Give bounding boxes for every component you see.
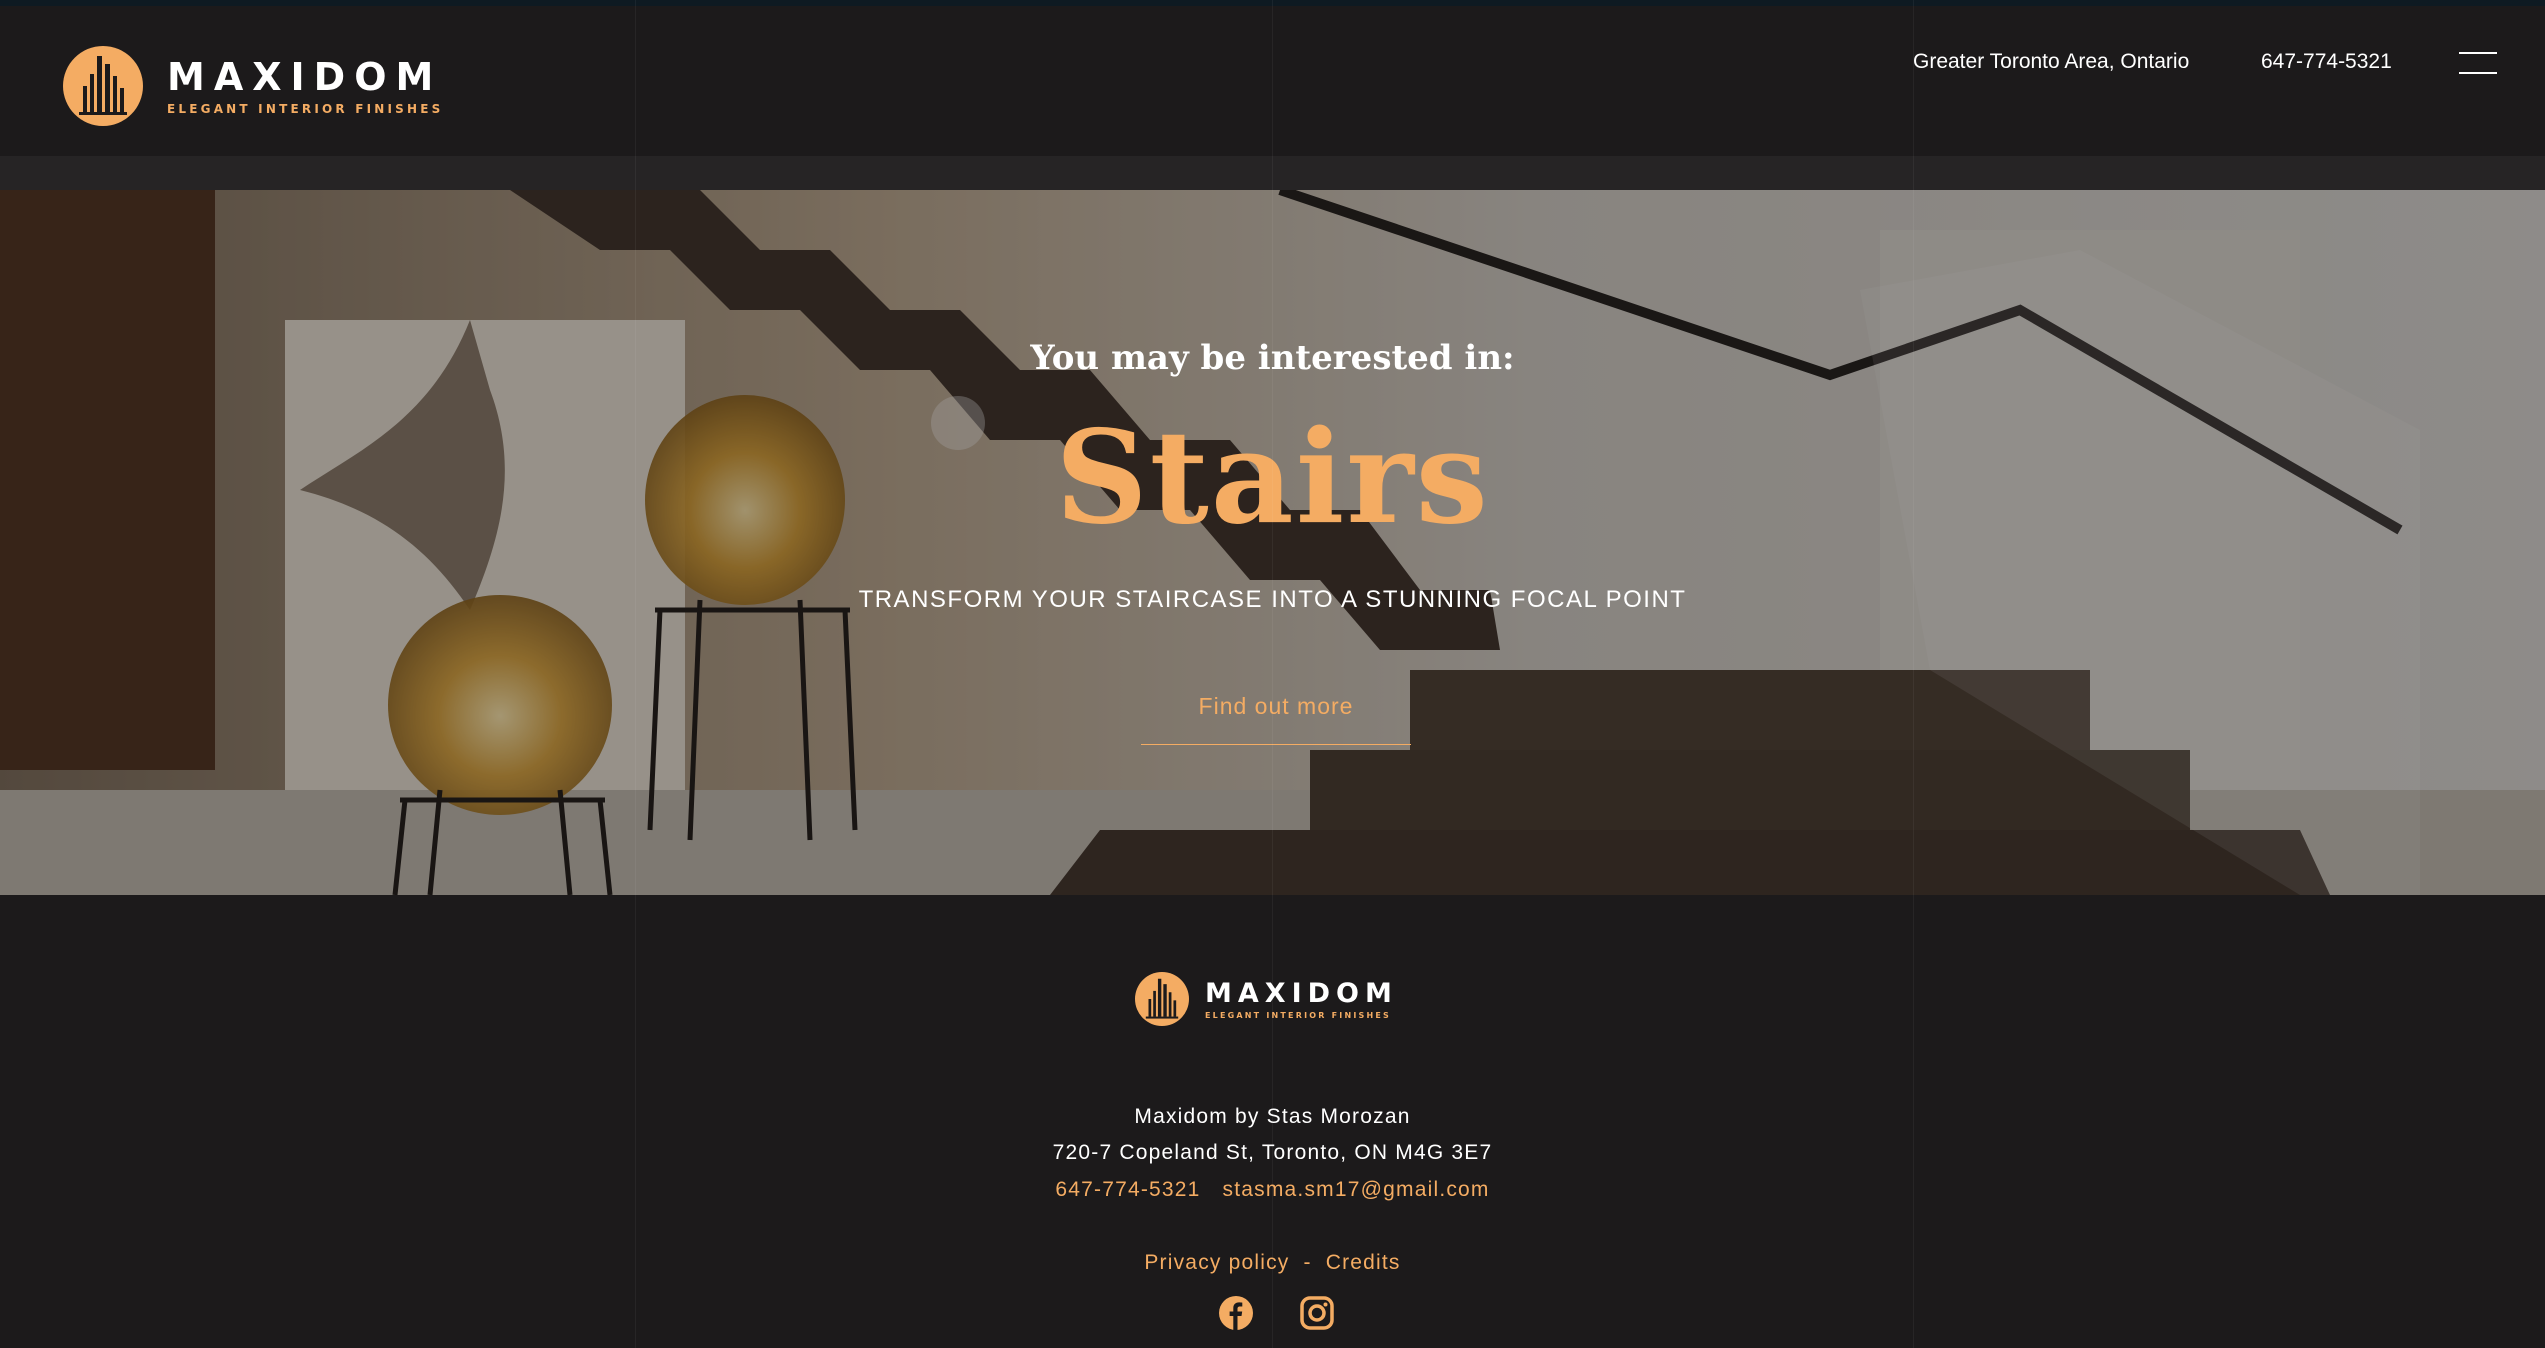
- instagram-icon[interactable]: [1299, 1295, 1335, 1331]
- logo-mark-icon: [1135, 972, 1189, 1026]
- legal-separator: -: [1303, 1251, 1312, 1274]
- logo-tagline: ELEGANT INTERIOR FINISHES: [1205, 1010, 1391, 1020]
- footer-email-link[interactable]: stasma.sm17@gmail.com: [1223, 1178, 1490, 1201]
- hero-title: Stairs: [1055, 403, 1490, 553]
- footer-phone-link[interactable]: 647-774-5321: [1055, 1178, 1200, 1201]
- logo-name: MAXIDOM: [167, 55, 443, 99]
- site-header: MAXIDOM ELEGANT INTERIOR FINISHES Greate…: [0, 6, 2545, 156]
- privacy-policy-link[interactable]: Privacy policy: [1144, 1251, 1289, 1274]
- header-subbar: [0, 156, 2545, 190]
- footer-contact: 647-774-5321 stasma.sm17@gmail.com: [0, 1178, 2545, 1202]
- header-logo[interactable]: MAXIDOM ELEGANT INTERIOR FINISHES: [63, 46, 444, 126]
- hero-subtitle: TRANSFORM YOUR STAIRCASE INTO A STUNNING…: [858, 586, 1687, 613]
- hero-section: You may be interested in: Stairs TRANSFO…: [0, 190, 2545, 895]
- hero-kicker: You may be interested in:: [1030, 338, 1515, 378]
- footer-legal: Privacy policy - Credits: [0, 1251, 2545, 1275]
- footer-logo[interactable]: MAXIDOM ELEGANT INTERIOR FINISHES: [1135, 972, 1398, 1026]
- logo-tagline: ELEGANT INTERIOR FINISHES: [167, 102, 444, 116]
- logo-name: MAXIDOM: [1205, 977, 1398, 1009]
- header-phone-link[interactable]: 647-774-5321: [2261, 50, 2392, 74]
- find-out-more-button[interactable]: Find out more: [1141, 690, 1411, 745]
- facebook-icon[interactable]: [1218, 1295, 1254, 1331]
- logo-mark-icon: [63, 46, 143, 126]
- hamburger-icon[interactable]: [2459, 50, 2499, 78]
- site-footer: MAXIDOM ELEGANT INTERIOR FINISHES Maxido…: [0, 895, 2545, 1348]
- credits-link[interactable]: Credits: [1326, 1251, 1401, 1274]
- footer-address: 720-7 Copeland St, Toronto, ON M4G 3E7: [1052, 1141, 1493, 1164]
- header-location: Greater Toronto Area, Ontario: [1913, 50, 2190, 73]
- footer-company: Maxidom by Stas Morozan: [1134, 1105, 1411, 1128]
